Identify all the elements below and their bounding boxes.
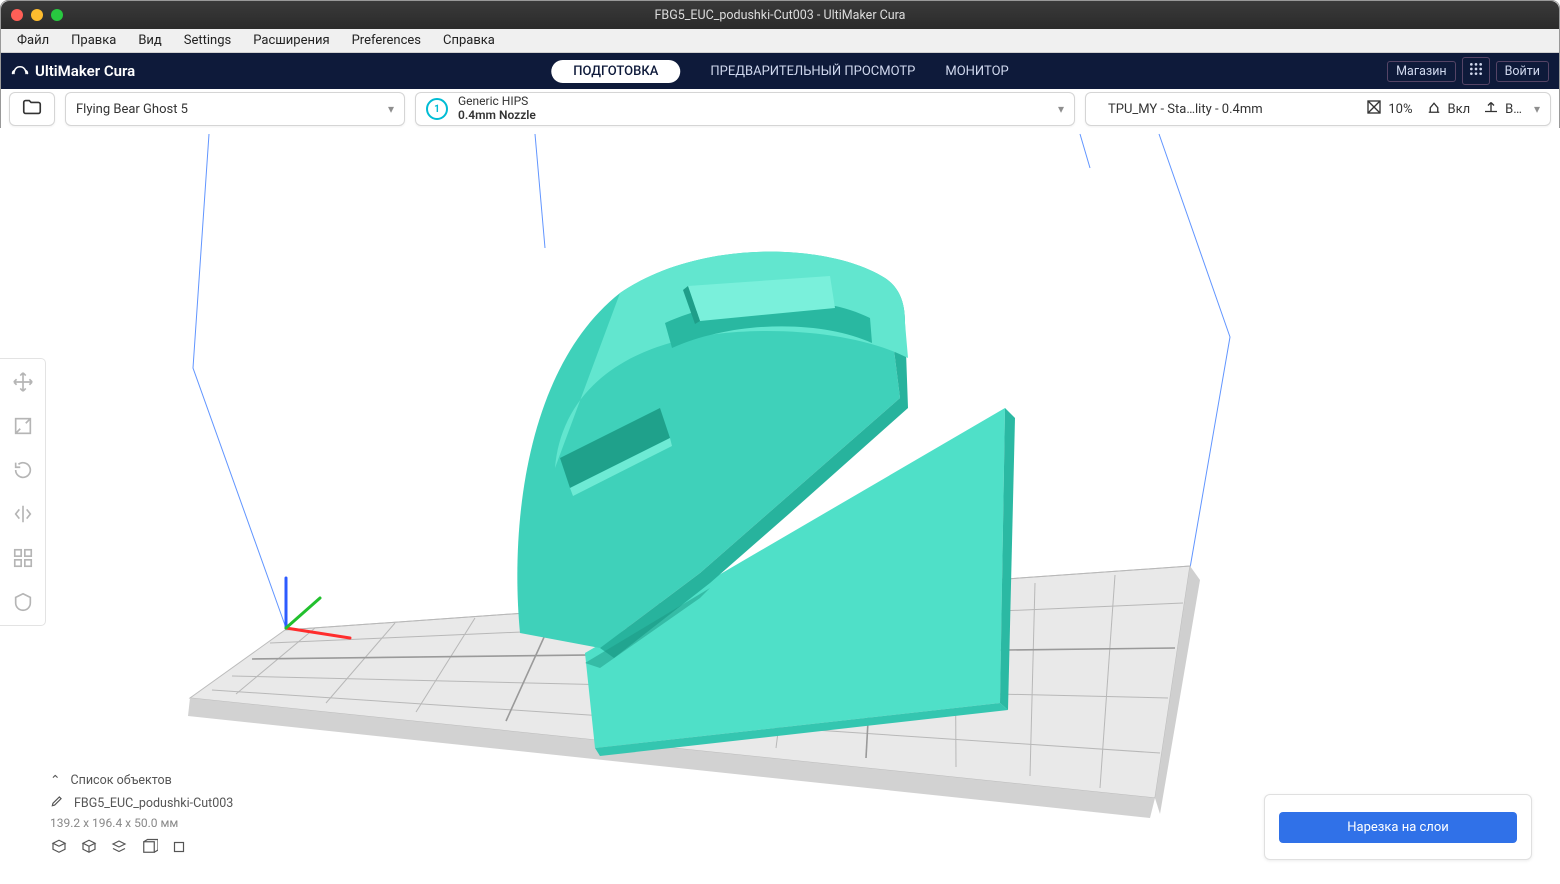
infill-segment: 10% bbox=[1365, 98, 1412, 120]
material-line2: 0.4mm Nozzle bbox=[458, 109, 536, 123]
material-text: Generic HIPS 0.4mm Nozzle bbox=[458, 95, 536, 123]
tool-mirror[interactable] bbox=[8, 499, 38, 529]
adhesion-value: В… bbox=[1505, 102, 1522, 117]
view-mode-icons bbox=[50, 838, 233, 860]
view-solid-icon[interactable] bbox=[50, 838, 68, 860]
infill-value: 10% bbox=[1388, 102, 1412, 117]
menu-file[interactable]: Файл bbox=[7, 31, 59, 50]
object-list-title: Список объектов bbox=[70, 773, 171, 788]
view-xray-icon[interactable] bbox=[80, 838, 98, 860]
object-item-name: FBG5_EUC_podushki-Cut003 bbox=[74, 796, 233, 811]
support-icon bbox=[1425, 98, 1443, 120]
pencil-icon bbox=[50, 794, 64, 812]
tool-move[interactable] bbox=[8, 367, 38, 397]
config-bar: Flying Bear Ghost 5 ▾ 1 Generic HIPS 0.4… bbox=[1, 89, 1559, 129]
left-toolbar bbox=[0, 358, 46, 626]
printer-select[interactable]: Flying Bear Ghost 5 ▾ bbox=[65, 92, 405, 126]
folder-icon bbox=[21, 96, 43, 122]
window-title: FBG5_EUC_podushki-Cut003 - UltiMaker Cur… bbox=[655, 8, 906, 23]
close-icon[interactable] bbox=[11, 9, 23, 21]
extruder-icon: 1 bbox=[426, 98, 448, 120]
object-list-panel: ⌃ Список объектов FBG5_EUC_podushki-Cut0… bbox=[50, 772, 233, 860]
print-settings-panel[interactable]: TPU_MY - Sta…lity - 0.4mm 10% Вкл В… ▾ bbox=[1085, 92, 1551, 126]
tool-support-blocker[interactable] bbox=[8, 587, 38, 617]
viewport-3d[interactable] bbox=[0, 128, 1560, 880]
viewport-svg bbox=[0, 128, 1560, 880]
view-layer-icon[interactable] bbox=[110, 838, 128, 860]
tool-mesh[interactable] bbox=[8, 543, 38, 573]
menu-view[interactable]: Вид bbox=[128, 31, 171, 50]
topbar: UltiMaker Cura ПОДГОТОВКА ПРЕДВАРИТЕЛЬНЫ… bbox=[1, 53, 1559, 89]
tool-scale[interactable] bbox=[8, 411, 38, 441]
brand-label: UltiMaker Cura bbox=[35, 62, 135, 80]
maximize-icon[interactable] bbox=[51, 9, 63, 21]
infill-icon bbox=[1365, 98, 1383, 120]
view-iso-icon[interactable] bbox=[170, 838, 188, 860]
support-segment: Вкл bbox=[1425, 98, 1471, 120]
printer-name: Flying Bear Ghost 5 bbox=[76, 102, 188, 117]
tab-monitor[interactable]: МОНИТОР bbox=[945, 64, 1008, 79]
chevron-down-icon: ▾ bbox=[1058, 102, 1064, 116]
minimize-icon[interactable] bbox=[31, 9, 43, 21]
marketplace-button[interactable]: Магазин bbox=[1387, 61, 1456, 82]
open-file-button[interactable] bbox=[9, 92, 55, 126]
menu-edit[interactable]: Правка bbox=[61, 31, 126, 50]
adhesion-segment: В… bbox=[1482, 98, 1522, 120]
signin-button[interactable]: Войти bbox=[1496, 61, 1549, 82]
menu-extensions[interactable]: Расширения bbox=[243, 31, 339, 50]
brand: UltiMaker Cura bbox=[11, 60, 135, 82]
menu-preferences[interactable]: Preferences bbox=[342, 31, 431, 50]
chevron-up-icon: ⌃ bbox=[50, 772, 60, 788]
tool-rotate[interactable] bbox=[8, 455, 38, 485]
window-titlebar: FBG5_EUC_podushki-Cut003 - UltiMaker Cur… bbox=[1, 1, 1559, 29]
stage-tabs: ПОДГОТОВКА ПРЕДВАРИТЕЛЬНЫЙ ПРОСМОТР МОНИ… bbox=[551, 60, 1008, 83]
slice-panel: Нарезка на слои bbox=[1264, 794, 1532, 860]
view-front-icon[interactable] bbox=[140, 838, 158, 860]
object-item[interactable]: FBG5_EUC_podushki-Cut003 bbox=[50, 794, 233, 812]
menu-help[interactable]: Справка bbox=[433, 31, 505, 50]
adhesion-icon bbox=[1482, 98, 1500, 120]
tab-preview[interactable]: ПРЕДВАРИТЕЛЬНЫЙ ПРОСМОТР bbox=[710, 64, 915, 79]
traffic-lights bbox=[11, 9, 63, 21]
material-select[interactable]: 1 Generic HIPS 0.4mm Nozzle ▾ bbox=[415, 92, 1075, 126]
object-list-header[interactable]: ⌃ Список объектов bbox=[50, 772, 233, 788]
brand-icon bbox=[11, 60, 29, 82]
chevron-down-icon: ▾ bbox=[1534, 102, 1540, 116]
chevron-down-icon: ▾ bbox=[388, 102, 394, 116]
slice-button[interactable]: Нарезка на слои bbox=[1279, 812, 1517, 843]
apps-grid-button[interactable] bbox=[1462, 57, 1490, 85]
menubar: Файл Правка Вид Settings Расширения Pref… bbox=[1, 29, 1559, 53]
grid-icon bbox=[1468, 61, 1484, 81]
material-line1: Generic HIPS bbox=[458, 95, 536, 109]
profile-name: TPU_MY - Sta…lity - 0.4mm bbox=[1108, 102, 1353, 117]
object-dimensions: 139.2 x 196.4 x 50.0 мм bbox=[50, 816, 233, 830]
tab-prepare[interactable]: ПОДГОТОВКА bbox=[551, 60, 680, 83]
support-value: Вкл bbox=[1448, 102, 1471, 117]
menu-settings[interactable]: Settings bbox=[174, 31, 241, 50]
